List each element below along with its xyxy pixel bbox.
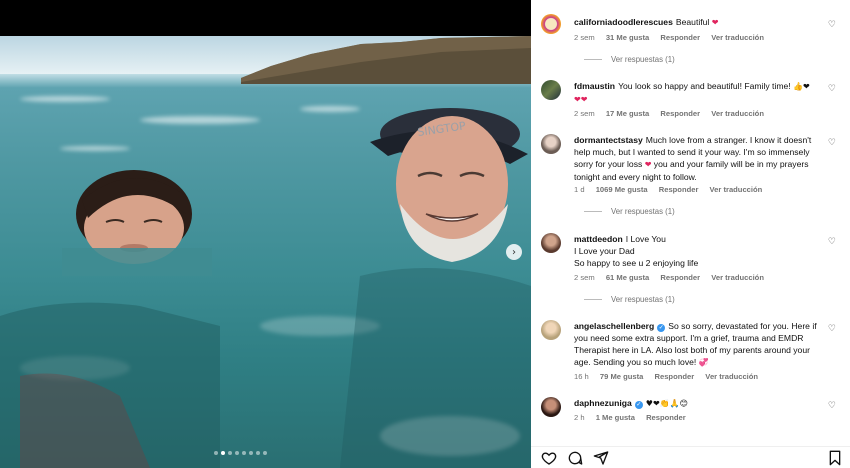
comment-text: daphnezuniga ✓ ♥❤👏🙏😊	[574, 397, 826, 410]
view-replies-label[interactable]: Ver respuestas (1)	[611, 295, 675, 304]
comment-body: Beautiful	[675, 17, 710, 27]
heart-icon[interactable]	[540, 450, 558, 466]
avatar[interactable]	[541, 397, 561, 417]
comment-meta: 16 h 79 Me gusta Responder Ver traducció…	[574, 372, 767, 381]
carousel-dot	[228, 451, 232, 455]
comment-username[interactable]: californiadoodlerescues	[574, 17, 673, 27]
reply-button[interactable]: Responder	[646, 413, 686, 422]
comment-likes[interactable]: 79 Me gusta	[600, 372, 643, 381]
comment-meta: 2 sem 31 Me gusta Responder Ver traducci…	[574, 33, 773, 42]
hearts-emoji: 💞	[698, 358, 709, 367]
reply-button[interactable]: Responder	[655, 372, 695, 381]
carousel-dots	[214, 451, 267, 455]
comment-text: angelaschellenberg ✓ So so sorry, devastat…	[574, 320, 826, 369]
reply-button[interactable]: Responder	[660, 33, 700, 42]
comment-time: 1 d	[574, 185, 585, 194]
comment-emojis: ♥❤👏🙏😊	[645, 399, 688, 408]
avatar[interactable]	[541, 80, 561, 100]
comment-body-line: I Love You	[625, 234, 666, 244]
water-glint	[60, 146, 130, 151]
reply-button[interactable]: Responder	[660, 109, 700, 118]
comment-body-line: I Love your Dad	[574, 246, 635, 256]
reply-button[interactable]: Responder	[660, 273, 700, 282]
replies-line	[584, 59, 602, 60]
chevron-right-icon[interactable]: ›	[506, 244, 522, 260]
reply-button[interactable]: Responder	[659, 185, 699, 194]
heart-emoji: ❤	[644, 160, 652, 169]
view-replies-button[interactable]: Ver respuestas (1)	[584, 55, 675, 64]
carousel-dot	[235, 451, 239, 455]
comment-text: mattdeedon I Love You I Love your Dad So …	[574, 233, 826, 269]
avatar[interactable]	[541, 134, 561, 154]
carousel-dot	[249, 451, 253, 455]
comment-likes[interactable]: 61 Me gusta	[606, 273, 649, 282]
hearts-emoji: ❤❤	[574, 95, 588, 104]
person-right: SINGTOP	[370, 108, 528, 262]
comment-username[interactable]: fdmaustin	[574, 81, 615, 91]
post-action-bar	[531, 446, 850, 468]
replies-line	[584, 211, 602, 212]
carousel-dot	[242, 451, 246, 455]
verified-badge-icon: ✓	[657, 324, 666, 332]
comment-time: 16 h	[574, 372, 589, 381]
like-comment-heart-icon[interactable]: ♡	[828, 237, 836, 247]
comment-time: 2 h	[574, 413, 585, 422]
carousel-dot-active	[221, 451, 225, 455]
translate-button[interactable]: Ver traducción	[710, 185, 763, 194]
like-comment-heart-icon[interactable]: ♡	[828, 324, 836, 334]
comment-icon[interactable]	[566, 450, 584, 466]
comment-likes[interactable]: 31 Me gusta	[606, 33, 649, 42]
translate-button[interactable]: Ver traducción	[705, 372, 758, 381]
like-comment-heart-icon[interactable]: ♡	[828, 401, 836, 411]
comment-username[interactable]: daphnezuniga	[574, 398, 632, 408]
like-comment-heart-icon[interactable]: ♡	[828, 138, 836, 148]
thumbs-heart-emoji: 👍❤	[793, 82, 810, 91]
water-glint	[140, 116, 260, 124]
comment-time: 2 sem	[574, 33, 595, 42]
comments-panel: californiadoodlerescues Beautiful ❤ 2 sem…	[531, 0, 850, 468]
like-comment-heart-icon[interactable]: ♡	[828, 20, 836, 30]
translate-button[interactable]: Ver traducción	[711, 273, 764, 282]
avatar[interactable]	[541, 233, 561, 253]
comment-meta: 2 sem 17 Me gusta Responder Ver traducci…	[574, 109, 773, 118]
view-replies-label[interactable]: Ver respuestas (1)	[611, 207, 675, 216]
avatar[interactable]	[541, 320, 561, 340]
translate-button[interactable]: Ver traducción	[711, 109, 764, 118]
comment-meta: 1 d 1069 Me gusta Responder Ver traducci…	[574, 185, 771, 194]
comment-username[interactable]: angelaschellenberg	[574, 321, 654, 331]
replies-line	[584, 299, 602, 300]
comment-text: californiadoodlerescues Beautiful ❤	[574, 16, 826, 29]
heart-emoji: ❤	[711, 18, 719, 27]
water-glint	[20, 96, 110, 102]
comment-meta: 2 h 1 Me gusta Responder	[574, 413, 695, 422]
comment-time: 2 sem	[574, 109, 595, 118]
send-icon[interactable]	[592, 450, 610, 466]
post-media: SINGTOP ›	[0, 0, 531, 468]
comment-likes[interactable]: 1 Me gusta	[596, 413, 635, 422]
verified-badge-icon: ✓	[634, 401, 643, 409]
bookmark-icon[interactable]	[826, 450, 844, 466]
carousel-dot	[214, 451, 218, 455]
view-replies-button[interactable]: Ver respuestas (1)	[584, 207, 675, 216]
comment-body: You look so happy and beautiful! Family …	[618, 81, 791, 91]
post-photo: SINGTOP	[0, 36, 531, 468]
view-replies-button[interactable]: Ver respuestas (1)	[584, 295, 675, 304]
underwater-bodies	[0, 268, 531, 468]
comment-meta: 2 sem 61 Me gusta Responder Ver traducci…	[574, 273, 773, 282]
avatar[interactable]	[541, 14, 561, 34]
comment-username[interactable]: dormantectstasy	[574, 135, 643, 145]
comment-text: fdmaustin You look so happy and beautiful…	[574, 80, 826, 106]
comment-likes[interactable]: 1069 Me gusta	[596, 185, 648, 194]
carousel-dot	[256, 451, 260, 455]
carousel-dot	[263, 451, 267, 455]
comment-likes[interactable]: 17 Me gusta	[606, 109, 649, 118]
comment-time: 2 sem	[574, 273, 595, 282]
water-glint	[300, 106, 360, 112]
view-replies-label[interactable]: Ver respuestas (1)	[611, 55, 675, 64]
like-comment-heart-icon[interactable]: ♡	[828, 84, 836, 94]
translate-button[interactable]: Ver traducción	[711, 33, 764, 42]
comment-text: dormantectstasy Much love from a stranger…	[574, 134, 826, 183]
comment-username[interactable]: mattdeedon	[574, 234, 623, 244]
comment-body-line: So happy to see u 2 enjoying life	[574, 258, 699, 268]
